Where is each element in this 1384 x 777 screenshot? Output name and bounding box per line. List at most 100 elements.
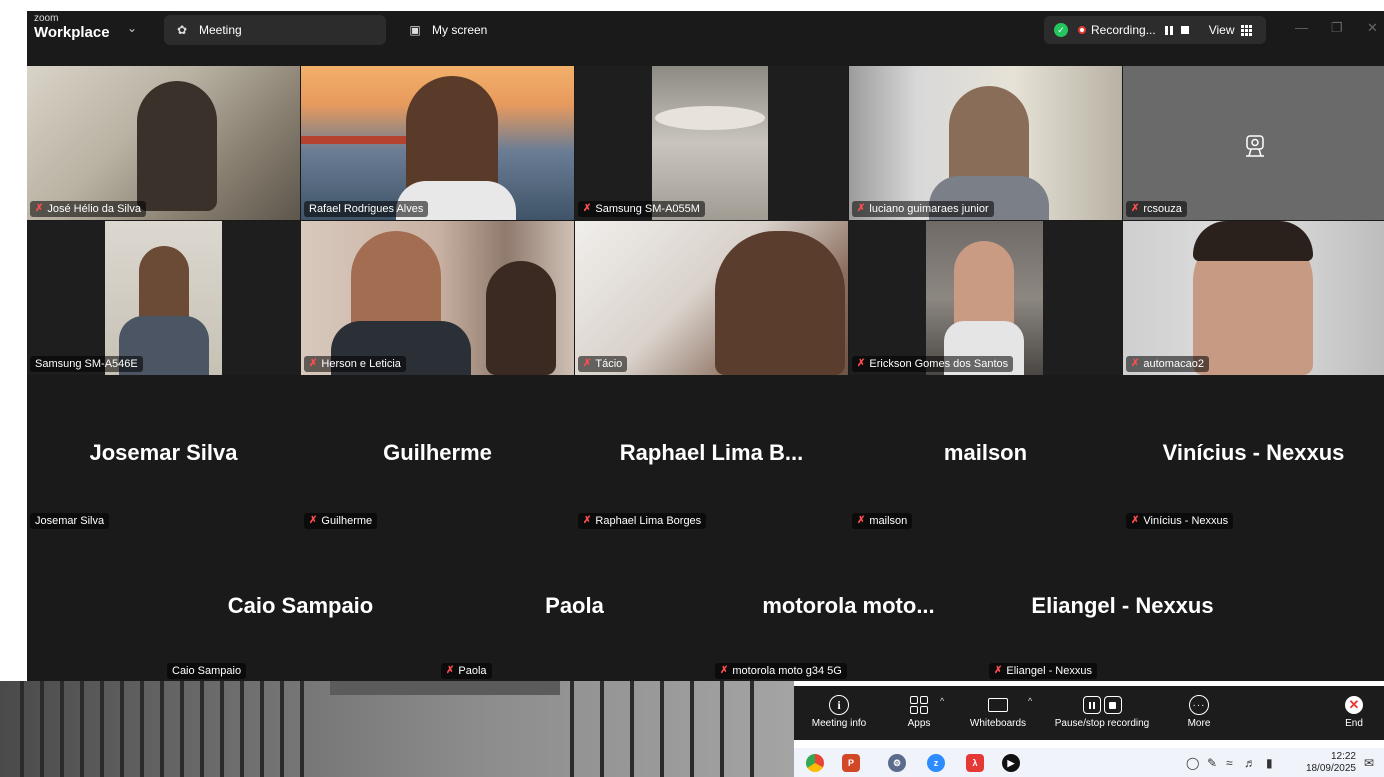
grate-bar — [280, 681, 284, 777]
maximize-icon[interactable]: ❐ — [1331, 20, 1343, 36]
end-button[interactable]: ✕ End — [1334, 692, 1374, 730]
name-tile[interactable]: Eliangel - Nexxus ✗ Eliangel - Nexxus — [986, 532, 1259, 681]
tab-my-screen[interactable]: ▣ My screen — [397, 15, 597, 45]
video-tile[interactable]: Samsung SM-A546E — [27, 221, 300, 375]
name-tile[interactable]: Vinícius - Nexxus ✗ Vinícius - Nexxus — [1123, 376, 1384, 531]
battery-icon[interactable]: ▮ — [1266, 756, 1273, 770]
participant-hair — [1193, 221, 1313, 261]
name-tile[interactable]: Josemar Silva Josemar Silva — [27, 376, 300, 531]
media-player-icon[interactable]: ▶ — [1002, 754, 1020, 772]
location-off-icon[interactable]: ◯ — [1186, 756, 1199, 770]
participant-display-name: Caio Sampaio — [227, 593, 374, 618]
pdf-reader-icon[interactable]: λ — [966, 754, 984, 772]
tab-meeting[interactable]: ✿ Meeting — [164, 15, 386, 45]
wifi-icon[interactable]: ≈ — [1226, 756, 1233, 770]
name-tile[interactable]: Caio Sampaio Caio Sampaio — [164, 532, 437, 681]
grate-bar — [20, 681, 24, 777]
participant-display-name: Eliangel - Nexxus — [1031, 593, 1214, 618]
video-tile[interactable]: ✗ Herson e Leticia — [301, 221, 574, 375]
participant-name-tag: Samsung SM-A546E — [30, 356, 143, 372]
grate-bar — [120, 681, 124, 777]
grate-bar — [630, 681, 634, 777]
notification-icon[interactable]: ✉ — [1364, 756, 1374, 770]
name-tile[interactable]: mailson ✗ mailson — [849, 376, 1122, 531]
grate-bar — [80, 681, 84, 777]
name-tile[interactable]: motorola moto... ✗ motorola moto g34 5G — [712, 532, 985, 681]
participant-video — [652, 66, 768, 220]
participant-display-name: Josemar Silva — [89, 440, 238, 465]
mic-muted-icon: ✗ — [720, 665, 729, 676]
grate-bar — [660, 681, 664, 777]
chevron-up-icon[interactable]: ^ — [1028, 696, 1032, 706]
whiteboards-button[interactable]: Whiteboards — [964, 692, 1032, 730]
video-tile[interactable]: ✗ automacao2 — [1123, 221, 1384, 375]
end-icon: ✕ — [1345, 696, 1363, 714]
pause-icon[interactable] — [1164, 25, 1173, 35]
video-tile[interactable]: ✗ luciano guimaraes junior — [849, 66, 1122, 220]
participant-display-name: Guilherme — [383, 440, 492, 465]
name-tile[interactable]: Guilherme ✗ Guilherme — [301, 376, 574, 531]
view-button[interactable]: View — [1209, 23, 1252, 37]
grate-bar — [200, 681, 204, 777]
video-tile[interactable]: ✗ Erickson Gomes dos Santos — [849, 221, 1122, 375]
recording-dot-icon — [1078, 26, 1086, 34]
mic-muted-icon: ✗ — [1131, 203, 1140, 214]
grate-bar — [600, 681, 604, 777]
name-tile[interactable]: Paola ✗ Paola — [438, 532, 711, 681]
video-tile[interactable]: ✗ Tácio — [575, 221, 848, 375]
minimize-icon[interactable]: — — [1295, 20, 1308, 35]
participant-display-name: Raphael Lima B... — [619, 440, 804, 465]
grate-bar — [570, 681, 574, 777]
clock-date: 18/09/2025 — [1305, 763, 1356, 774]
grate-bar — [300, 681, 304, 777]
mic-muted-icon: ✗ — [857, 203, 866, 214]
settings-icon[interactable]: ⚙ — [888, 754, 906, 772]
ceiling-fan — [655, 106, 765, 130]
participant-silhouette — [715, 231, 845, 375]
shield-check-icon[interactable]: ✓ — [1054, 23, 1068, 37]
pen-icon[interactable]: ✎ — [1207, 756, 1217, 770]
window-ledge — [330, 681, 560, 695]
participant-name-tag: ✗ José Hélio da Silva — [30, 201, 146, 217]
grate-bar — [260, 681, 264, 777]
apps-button[interactable]: Apps — [894, 692, 944, 730]
chevron-up-icon[interactable]: ^ — [940, 696, 944, 706]
tab-meeting-label: Meeting — [199, 23, 242, 37]
participant-name-tag: ✗ Tácio — [578, 356, 628, 372]
tab-my-screen-label: My screen — [432, 23, 488, 37]
participant-name-tag: ✗ mailson — [852, 513, 913, 529]
participant-name-tag: ✗ Guilherme — [304, 513, 378, 529]
background-photo — [0, 681, 794, 777]
video-tile[interactable]: ✗ José Hélio da Silva — [27, 66, 300, 220]
clock[interactable]: 12:22 18/09/2025 — [1304, 751, 1356, 775]
brand-top: zoom — [34, 13, 59, 24]
chrome-icon[interactable] — [806, 754, 824, 772]
participant-name-tag: ✗ Paola — [441, 663, 492, 679]
grate-bar — [160, 681, 164, 777]
mic-muted-icon: ✗ — [446, 665, 455, 676]
name-tile[interactable]: Raphael Lima B... ✗ Raphael Lima Borges — [575, 376, 848, 531]
grate-bar — [40, 681, 44, 777]
volume-icon[interactable]: ♬ — [1244, 756, 1256, 770]
more-button[interactable]: ··· More — [1174, 692, 1224, 730]
mic-muted-icon: ✗ — [309, 358, 318, 369]
powerpoint-icon[interactable]: P — [842, 754, 860, 772]
close-icon[interactable]: ✕ — [1367, 20, 1378, 36]
participant-silhouette — [954, 241, 1014, 331]
pause-stop-recording-button[interactable]: Pause/stop recording — [1046, 692, 1158, 730]
mic-muted-icon: ✗ — [309, 515, 318, 526]
participant-display-name: mailson — [943, 440, 1028, 465]
participant-name-tag: ✗ Samsung SM-A055M — [578, 201, 705, 217]
stop-icon[interactable] — [1180, 26, 1189, 34]
video-tile[interactable]: ✗ Samsung SM-A055M — [575, 66, 848, 220]
mic-muted-icon: ✗ — [583, 358, 592, 369]
video-tile-camera-off[interactable]: ✗ rcsouza — [1123, 66, 1384, 220]
participant-display-name: Paola — [545, 593, 604, 618]
participant-name-tag: ✗ Erickson Gomes dos Santos — [852, 356, 1014, 372]
zoom-icon[interactable]: z — [927, 754, 945, 772]
video-tile-active-speaker[interactable]: Rafael Rodrigues Alves — [301, 66, 574, 220]
chevron-down-icon[interactable]: ⌄ — [127, 21, 137, 35]
apps-icon — [910, 696, 928, 714]
taskbar: P ⚙ z λ ▶ ◯ ✎ ≈ ♬ ▮ 12:22 18/09/2025 ✉ — [794, 748, 1384, 777]
meeting-info-button[interactable]: i Meeting info — [804, 692, 874, 730]
